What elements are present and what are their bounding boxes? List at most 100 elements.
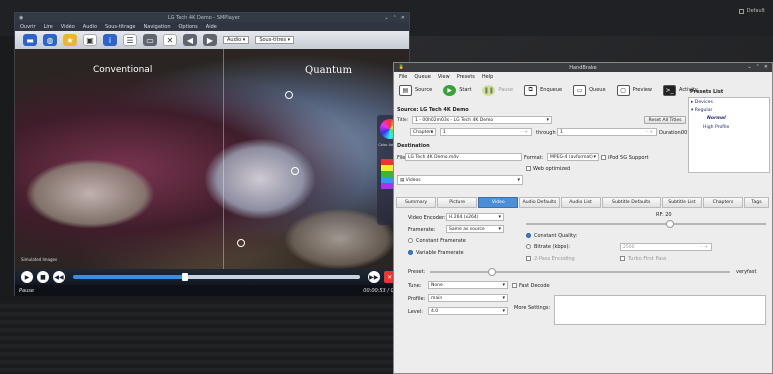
bitrate-radio[interactable] <box>526 244 531 249</box>
handbrake-logo-icon: 🍍 <box>398 64 405 70</box>
format-select[interactable]: MPEG-4 (avformat) <box>547 153 599 161</box>
quality-slider-handle[interactable] <box>666 220 674 228</box>
bitrate-input[interactable]: 2500– + <box>620 243 712 251</box>
maximize-icon[interactable]: ⌃ <box>393 15 397 21</box>
rewind-icon[interactable]: ◀◀ <box>53 271 65 283</box>
tab-audio-defaults[interactable]: Audio Defaults <box>519 197 560 208</box>
pause-button[interactable]: ❚❚ Pause <box>482 84 513 96</box>
preset-group-devices[interactable]: ▸ Devices <box>691 100 713 105</box>
globe-icon[interactable]: ◍ <box>43 34 57 46</box>
preset-group-regular[interactable]: ▾ Regular <box>691 108 712 113</box>
favorites-star-icon[interactable]: ★ <box>63 34 77 46</box>
seek-bar[interactable] <box>73 273 360 281</box>
smplayer-window: ◉ LG Tech 4K Demo - SMPlayer ⌄ ⌃ ✕ Ouvri… <box>14 12 410 296</box>
play-icon[interactable]: ▶ <box>21 271 33 283</box>
presets-list-label: Presets List <box>690 89 724 95</box>
chapter-start-spin[interactable]: 1– + <box>440 128 532 136</box>
menu-play[interactable]: Lire <box>44 24 53 30</box>
start-button[interactable]: ▶ Start <box>443 84 471 96</box>
minimize-icon[interactable]: ⌄ <box>747 64 751 70</box>
stop-icon[interactable]: ■ <box>37 271 49 283</box>
enqueue-button[interactable]: ⧉ Enqueue <box>524 84 562 96</box>
preset-normal[interactable]: Normal <box>707 116 726 121</box>
maximize-icon[interactable]: ⌃ <box>756 64 760 70</box>
tab-subtitle-list[interactable]: Subtitle List <box>661 197 702 208</box>
destination-file-input[interactable]: LG Tech 4K Demo.m4v <box>405 153 522 161</box>
minimize-icon[interactable]: ⌄ <box>384 15 388 21</box>
handbrake-window: 🍍 HandBrake ⌄ ⌃ ✕ File Queue View Preset… <box>393 62 773 374</box>
menu-presets[interactable]: Presets <box>457 74 475 80</box>
turbo-first-pass-checkbox[interactable] <box>620 256 625 261</box>
app-icon: ◉ <box>19 14 24 21</box>
close-icon[interactable]: ✕ <box>401 15 405 21</box>
marker-circle <box>285 91 293 99</box>
screenshot-icon[interactable]: ▣ <box>83 34 97 46</box>
audio-track-select[interactable]: Audio ▾ <box>223 36 250 44</box>
tab-summary[interactable]: Summary <box>396 197 437 208</box>
handbrake-menubar: File Queue View Presets Help <box>394 72 772 81</box>
fast-decode-checkbox[interactable] <box>512 283 517 288</box>
seek-handle[interactable] <box>181 273 188 281</box>
two-pass-checkbox[interactable] <box>526 256 531 261</box>
subtitle-track-select[interactable]: Sous-titres ▾ <box>255 36 295 44</box>
title-select[interactable]: 1 - 00h02m03s - LG Tech 4K Demo <box>412 116 552 124</box>
encoder-preset-handle[interactable] <box>488 268 496 276</box>
menu-help[interactable]: Aide <box>206 24 217 30</box>
constant-framerate-radio[interactable] <box>408 238 413 243</box>
video-display[interactable]: Conventional Quantum Color Analysis Simu… <box>15 49 409 269</box>
chapter-end-spin[interactable]: 1– + <box>557 128 657 136</box>
level-select[interactable]: 4.0 <box>428 307 508 315</box>
reset-all-titles-button[interactable]: Reset All Titles <box>644 116 686 124</box>
preset-high-profile[interactable]: High Profile <box>703 125 729 130</box>
quality-slider[interactable] <box>526 220 766 228</box>
variable-framerate-radio[interactable] <box>408 250 413 255</box>
menu-view[interactable]: View <box>438 74 450 80</box>
menu-file[interactable]: File <box>399 74 407 80</box>
info-icon[interactable]: i <box>103 34 117 46</box>
menu-options[interactable]: Options <box>178 24 197 30</box>
menu-audio[interactable]: Audio <box>83 24 97 30</box>
fast-decode-label: Fast Decode <box>519 283 550 289</box>
comparison-divider <box>223 49 224 269</box>
destination-folder-select[interactable]: ▤ Videos <box>397 175 523 185</box>
menu-navigation[interactable]: Navigation <box>144 24 171 30</box>
chapters-mode-select[interactable]: Chapters <box>410 128 436 136</box>
constant-quality-radio[interactable] <box>526 233 531 238</box>
video-encoder-select[interactable]: H.264 (x264) <box>446 213 504 221</box>
encoder-preset-slider[interactable] <box>430 268 730 276</box>
tab-picture[interactable]: Picture <box>437 197 478 208</box>
source-button[interactable]: ▤ Source <box>399 84 432 96</box>
tab-video[interactable]: Video <box>478 197 519 208</box>
open-file-icon[interactable]: ▬ <box>23 34 37 46</box>
profile-select[interactable]: main <box>428 294 508 302</box>
workspace-indicator[interactable]: Default <box>738 8 765 14</box>
web-optimized-checkbox[interactable] <box>526 166 531 171</box>
tab-audio-list[interactable]: Audio List <box>560 197 601 208</box>
more-settings-textarea[interactable] <box>554 295 766 325</box>
tab-tags[interactable]: Tags <box>744 197 769 208</box>
preview-button[interactable]: ▢ Preview <box>616 84 652 96</box>
window-title: LG Tech 4K Demo - SMPlayer <box>167 14 240 21</box>
preview-icon: ▢ <box>616 84 630 96</box>
ipod-support-checkbox[interactable] <box>601 155 606 160</box>
rewind-icon[interactable]: ◀ <box>183 34 197 46</box>
close-icon[interactable]: ✕ <box>764 64 768 70</box>
through-label: through <box>536 130 556 136</box>
tab-chapters[interactable]: Chapters <box>702 197 744 208</box>
menu-open[interactable]: Ouvrir <box>20 24 36 30</box>
menu-subtitles[interactable]: Sous-titrage <box>105 24 136 30</box>
title-label: Title: <box>397 118 409 123</box>
tab-subtitle-defaults[interactable]: Subtitle Defaults <box>601 197 661 208</box>
forward-icon[interactable]: ▶ <box>203 34 217 46</box>
menu-queue[interactable]: Queue <box>414 74 430 80</box>
settings-tools-icon[interactable]: ✕ <box>163 34 177 46</box>
framerate-select[interactable]: Same as source <box>446 225 504 233</box>
tune-select[interactable]: None <box>428 281 508 289</box>
menu-help[interactable]: Help <box>482 74 493 80</box>
fullscreen-icon[interactable]: ▭ <box>143 34 157 46</box>
playlist-icon[interactable]: ☰ <box>123 34 137 46</box>
menu-video[interactable]: Vidéo <box>61 24 75 30</box>
level-label: Level: <box>408 309 423 315</box>
queue-button[interactable]: ▭ Queue <box>573 84 606 96</box>
forward-icon[interactable]: ▶▶ <box>367 271 380 283</box>
